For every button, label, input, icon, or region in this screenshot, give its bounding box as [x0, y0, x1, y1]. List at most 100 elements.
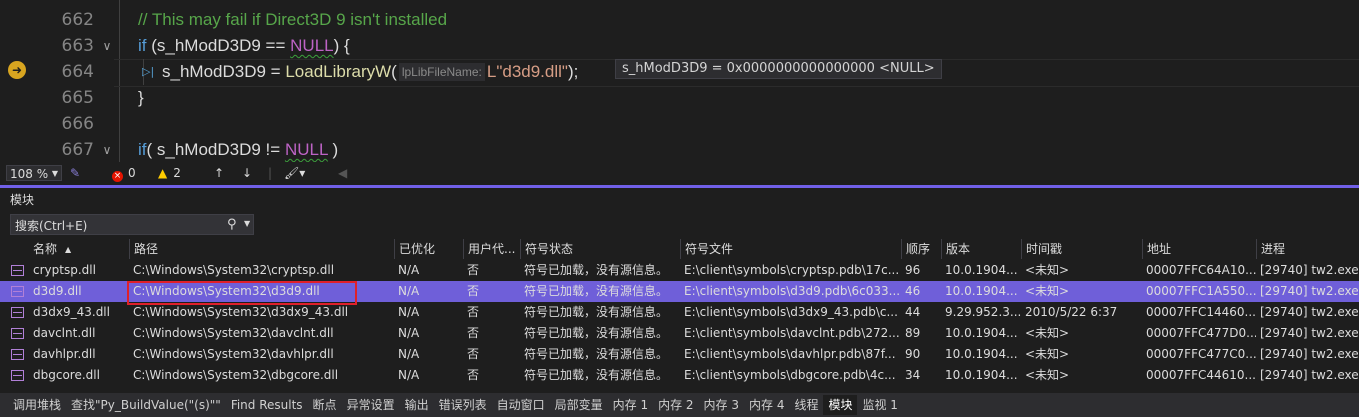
code-editor[interactable]: 662 // This may fail if Direct3D 9 isn't …	[0, 0, 1359, 162]
tool-window-tab[interactable]: 模块	[823, 395, 858, 415]
tool-window-tab[interactable]: 内存 4	[744, 395, 789, 415]
table-cell: 10.0.1904...	[945, 326, 1018, 340]
code-text[interactable]: s_hModD3D9 = LoadLibraryW(lpLibFileName:…	[162, 59, 578, 85]
table-cell: 符号已加载，没有源信息。	[524, 326, 669, 340]
table-cell: N/A	[398, 347, 420, 361]
column-header[interactable]: 版本	[941, 239, 1021, 259]
code-text[interactable]: }	[138, 85, 144, 111]
editor-status-bar: 108 % ▼ ✎ × 0 ▲ 2 ↑ ↓ | 🖌▾ ◀	[0, 162, 1359, 185]
table-cell: E:\client\symbols\d3dx9_43.pdb\c...	[684, 305, 898, 319]
code-line[interactable]: 666	[0, 111, 1359, 137]
code-text[interactable]: // This may fail if Direct3D 9 isn't ins…	[138, 7, 447, 33]
column-header[interactable]: 进程	[1256, 239, 1359, 259]
column-header[interactable]: 符号状态	[520, 239, 680, 259]
tool-window-tab[interactable]: 断点	[308, 395, 342, 415]
panel-splitter[interactable]	[0, 185, 1359, 188]
module-search[interactable]: ⚲ ▼	[10, 214, 254, 236]
table-row[interactable]: cryptsp.dll C:\Windows\System32\cryptsp.d…	[0, 260, 1359, 281]
instruction-pointer-icon[interactable]: ➜	[8, 61, 26, 79]
fold-toggle-icon[interactable]: ∨	[100, 33, 114, 59]
code-line[interactable]: 663 ∨ if (s_hModD3D9 == NULL) {	[0, 33, 1359, 59]
table-cell: N/A	[398, 326, 420, 340]
column-header-label: 符号文件	[685, 242, 734, 256]
line-number: 665	[61, 88, 94, 108]
table-cell: <未知>	[1025, 284, 1070, 298]
scroll-left-icon[interactable]: ◀	[338, 165, 347, 182]
table-cell: 10.0.1904...	[945, 347, 1018, 361]
step-into-icon[interactable]: ▷|	[142, 65, 154, 79]
tool-window-tab[interactable]: 调用堆栈	[8, 395, 66, 415]
fold-toggle-icon[interactable]: ∨	[100, 137, 114, 162]
table-cell: [29740] tw2.exe	[1260, 326, 1359, 340]
table-row[interactable]: d3d9.dll C:\Windows\System32\d3d9.dll N/A 否…	[0, 281, 1359, 302]
tool-window-tab[interactable]: 局部变量	[550, 395, 608, 415]
table-cell: E:\client\symbols\davclnt.pdb\272...	[684, 326, 900, 340]
column-header[interactable]: 已优化	[394, 239, 463, 259]
table-row[interactable]: davclnt.dll C:\Windows\System32\davclnt.d…	[0, 323, 1359, 344]
tool-window-tab[interactable]: 错误列表	[434, 395, 492, 415]
warning-count[interactable]: ▲ 2	[158, 165, 181, 182]
code-token: // This may fail if Direct3D 9 isn't ins…	[138, 10, 448, 29]
chevron-down-icon[interactable]: ▼	[244, 219, 250, 228]
table-cell: [29740] tw2.exe	[1260, 284, 1359, 298]
search-icon[interactable]: ⚲	[227, 216, 237, 233]
table-cell: 9.29.952.3...	[945, 305, 1021, 319]
code-text[interactable]: if( s_hModD3D9 != NULL )	[138, 137, 338, 162]
column-header[interactable]: 符号文件	[680, 239, 901, 259]
column-header-label: 名称	[33, 242, 58, 256]
column-header[interactable]: 名称 ▲	[29, 239, 129, 259]
tool-window-tab[interactable]: Find Results	[226, 395, 308, 415]
table-cell: 否	[467, 326, 480, 340]
table-row[interactable]: dbgcore.dll C:\Windows\System32\dbgcore.d…	[0, 365, 1359, 386]
module-icon	[11, 265, 24, 276]
column-header-label: 路径	[134, 242, 159, 256]
datatip[interactable]: s_hModD3D9 = 0x0000000000000000 <NULL>	[615, 59, 942, 79]
table-cell: 00007FFC477C0...	[1146, 347, 1256, 361]
module-icon	[11, 286, 24, 297]
column-header-label: 时间戳	[1026, 242, 1063, 256]
module-icon	[11, 307, 24, 318]
table-cell: 2010/5/22 6:37	[1025, 305, 1118, 319]
table-cell: 34	[905, 368, 921, 382]
column-header[interactable]: 顺序	[901, 239, 941, 259]
arrow-down-icon[interactable]: ↓	[242, 165, 252, 182]
table-cell: 否	[467, 305, 480, 319]
column-header-label: 用户代...	[468, 242, 516, 256]
table-cell: C:\Windows\System32\d3d9.dll	[133, 284, 320, 298]
code-text[interactable]: if (s_hModD3D9 == NULL) {	[138, 33, 350, 59]
tool-window-tab[interactable]: 异常设置	[342, 395, 400, 415]
search-input[interactable]	[11, 215, 227, 236]
table-cell: C:\Windows\System32\davclnt.dll	[133, 326, 334, 340]
error-count[interactable]: × 0	[112, 165, 136, 182]
code-cleanup-icon[interactable]: 🖌▾	[284, 165, 305, 182]
brush-icon[interactable]: ✎	[70, 165, 80, 182]
code-line[interactable]: 667 ∨ if( s_hModD3D9 != NULL )	[0, 137, 1359, 162]
table-cell: <未知>	[1025, 347, 1070, 361]
table-cell: [29740] tw2.exe	[1260, 263, 1359, 277]
tool-window-tab[interactable]: 监视 1	[857, 395, 902, 415]
code-line[interactable]: 662 // This may fail if Direct3D 9 isn't …	[0, 7, 1359, 33]
table-row[interactable]: d3dx9_43.dll C:\Windows\System32\d3dx9_43…	[0, 302, 1359, 323]
tool-window-tab[interactable]: 自动窗口	[492, 395, 550, 415]
table-cell: <未知>	[1025, 326, 1070, 340]
table-row[interactable]: davhlpr.dll C:\Windows\System32\davhlpr.d…	[0, 344, 1359, 365]
column-header[interactable]: 地址	[1142, 239, 1256, 259]
code-token: NULL	[284, 140, 328, 159]
zoom-dropdown[interactable]: 108 % ▼	[6, 165, 62, 181]
zoom-value: 108 %	[10, 167, 49, 181]
table-cell: 10.0.1904...	[945, 284, 1018, 298]
column-header[interactable]: 路径	[129, 239, 394, 259]
tool-window-tab[interactable]: 内存 3	[699, 395, 744, 415]
tool-window-tab[interactable]: 查找"Py_BuildValue("(s)""	[66, 395, 226, 415]
column-header[interactable]: 时间戳	[1021, 239, 1142, 259]
arrow-up-icon[interactable]: ↑	[214, 165, 224, 182]
tool-window-tab[interactable]: 线程	[789, 395, 823, 415]
table-cell: [29740] tw2.exe	[1260, 368, 1359, 382]
table-cell: 00007FFC477D0...	[1146, 326, 1256, 340]
column-header[interactable]: 用户代...	[463, 239, 520, 259]
table-cell: [29740] tw2.exe	[1260, 305, 1359, 319]
tool-window-tab[interactable]: 内存 2	[653, 395, 698, 415]
code-line[interactable]: 665}	[0, 85, 1359, 111]
tool-window-tab[interactable]: 内存 1	[608, 395, 653, 415]
tool-window-tab[interactable]: 输出	[400, 395, 434, 415]
